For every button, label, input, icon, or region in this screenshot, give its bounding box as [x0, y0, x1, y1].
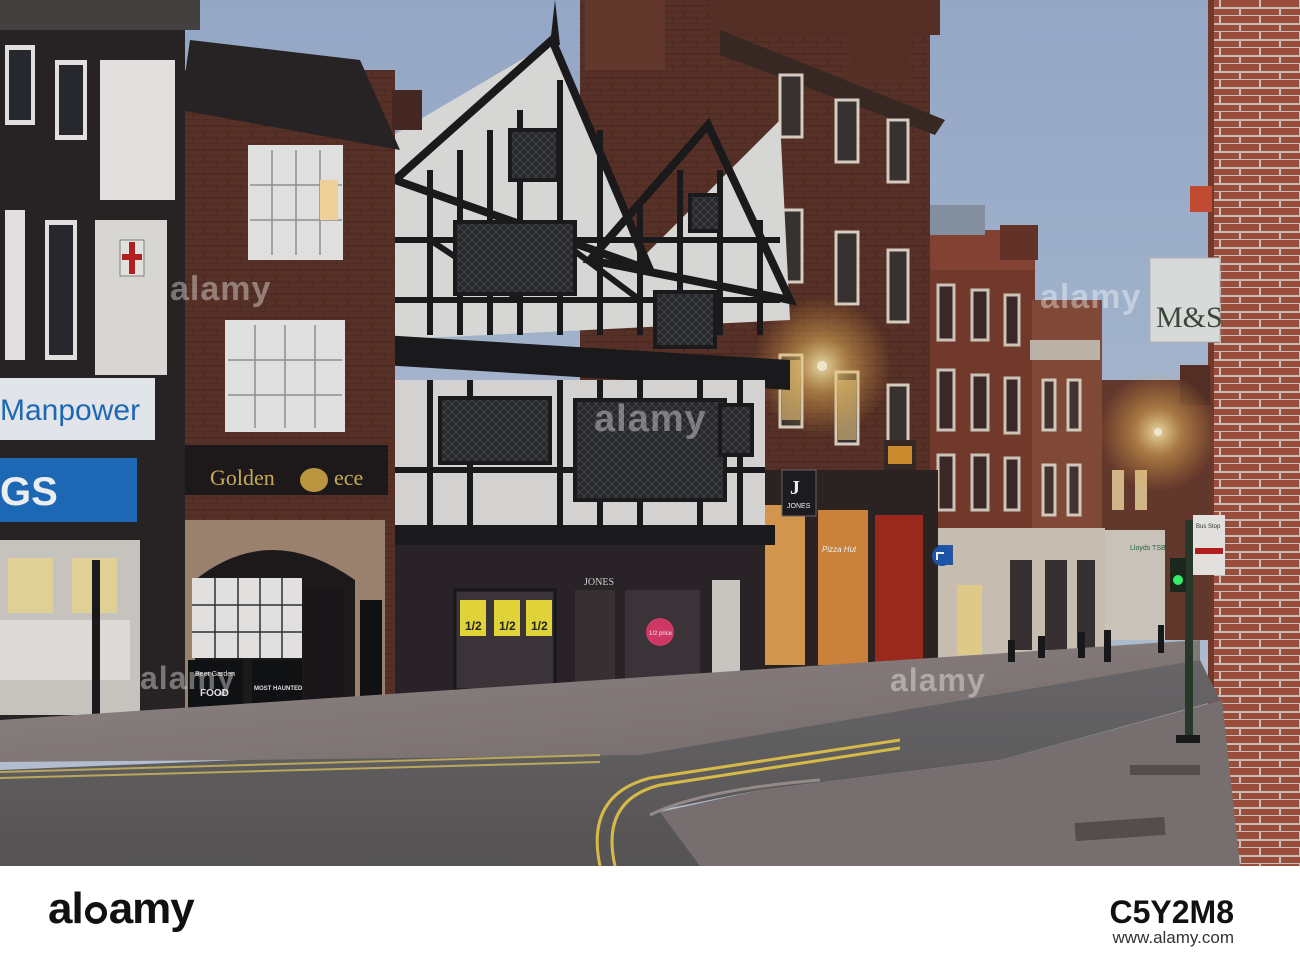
image-id: C5Y2M8: [1110, 894, 1235, 931]
street-photo: Lloyds TSB M&S Pizza Hut J JONES JONES 1…: [0, 0, 1300, 866]
site-url[interactable]: www.alamy.com: [1112, 928, 1234, 948]
footer-bar: al amy C5Y2M8 www.alamy.com: [0, 866, 1300, 956]
image-id-value: C5Y2M8: [1109, 894, 1235, 930]
logo-text-right: amy: [108, 884, 195, 933]
alamy-logo[interactable]: al amy: [48, 884, 195, 934]
logo-text-left: al: [48, 884, 84, 933]
logo-mark-icon: [84, 902, 107, 924]
